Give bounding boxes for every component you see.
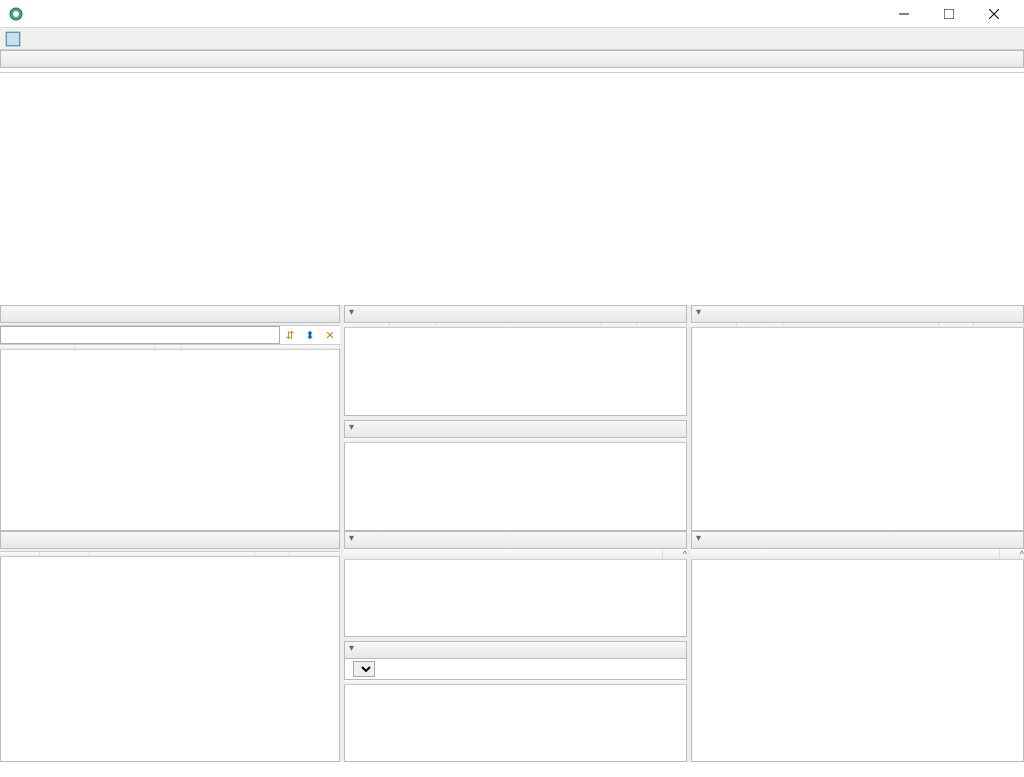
clear-icon[interactable]: ✕ <box>322 327 338 343</box>
code-editor[interactable] <box>0 73 1024 305</box>
equations-panel-header <box>0 531 340 549</box>
defined-eq-header: ▾ <box>344 305 687 323</box>
transformation-bar <box>344 659 687 680</box>
variables-table-body[interactable] <box>0 350 340 531</box>
app-icon <box>8 6 24 22</box>
defined-eq-body[interactable] <box>344 328 687 416</box>
ops-body[interactable] <box>344 685 687 762</box>
used-eq-body[interactable] <box>691 328 1024 531</box>
defines-body[interactable] <box>344 560 687 637</box>
depends-table-header: ^ <box>691 549 1024 560</box>
ops-header: ▾ <box>344 641 687 659</box>
varops-body[interactable] <box>344 443 687 531</box>
variables-panel-header <box>0 305 340 323</box>
depends-body[interactable] <box>691 560 1024 762</box>
source-browser-header <box>0 50 1024 68</box>
collapse-icon[interactable]: ⬍ <box>302 327 318 343</box>
close-button[interactable] <box>971 0 1016 28</box>
variables-filter: ⇵ ⬍ ✕ <box>0 326 340 345</box>
minimize-button[interactable] <box>881 0 926 28</box>
equations-body[interactable] <box>0 557 340 762</box>
defines-table-header: ^ <box>344 549 687 560</box>
used-eq-header: ▾ <box>691 305 1024 323</box>
depends-header: ▾ <box>691 531 1024 549</box>
file-icon <box>4 30 22 48</box>
maximize-button[interactable] <box>926 0 971 28</box>
varops-header: ▾ <box>344 420 687 438</box>
expand-icon[interactable]: ⇵ <box>282 327 298 343</box>
filter-input[interactable] <box>0 326 280 344</box>
window-titlebar <box>0 0 1024 28</box>
transformation-select[interactable] <box>353 661 375 677</box>
path-bar <box>0 28 1024 50</box>
defines-header: ▾ <box>344 531 687 549</box>
